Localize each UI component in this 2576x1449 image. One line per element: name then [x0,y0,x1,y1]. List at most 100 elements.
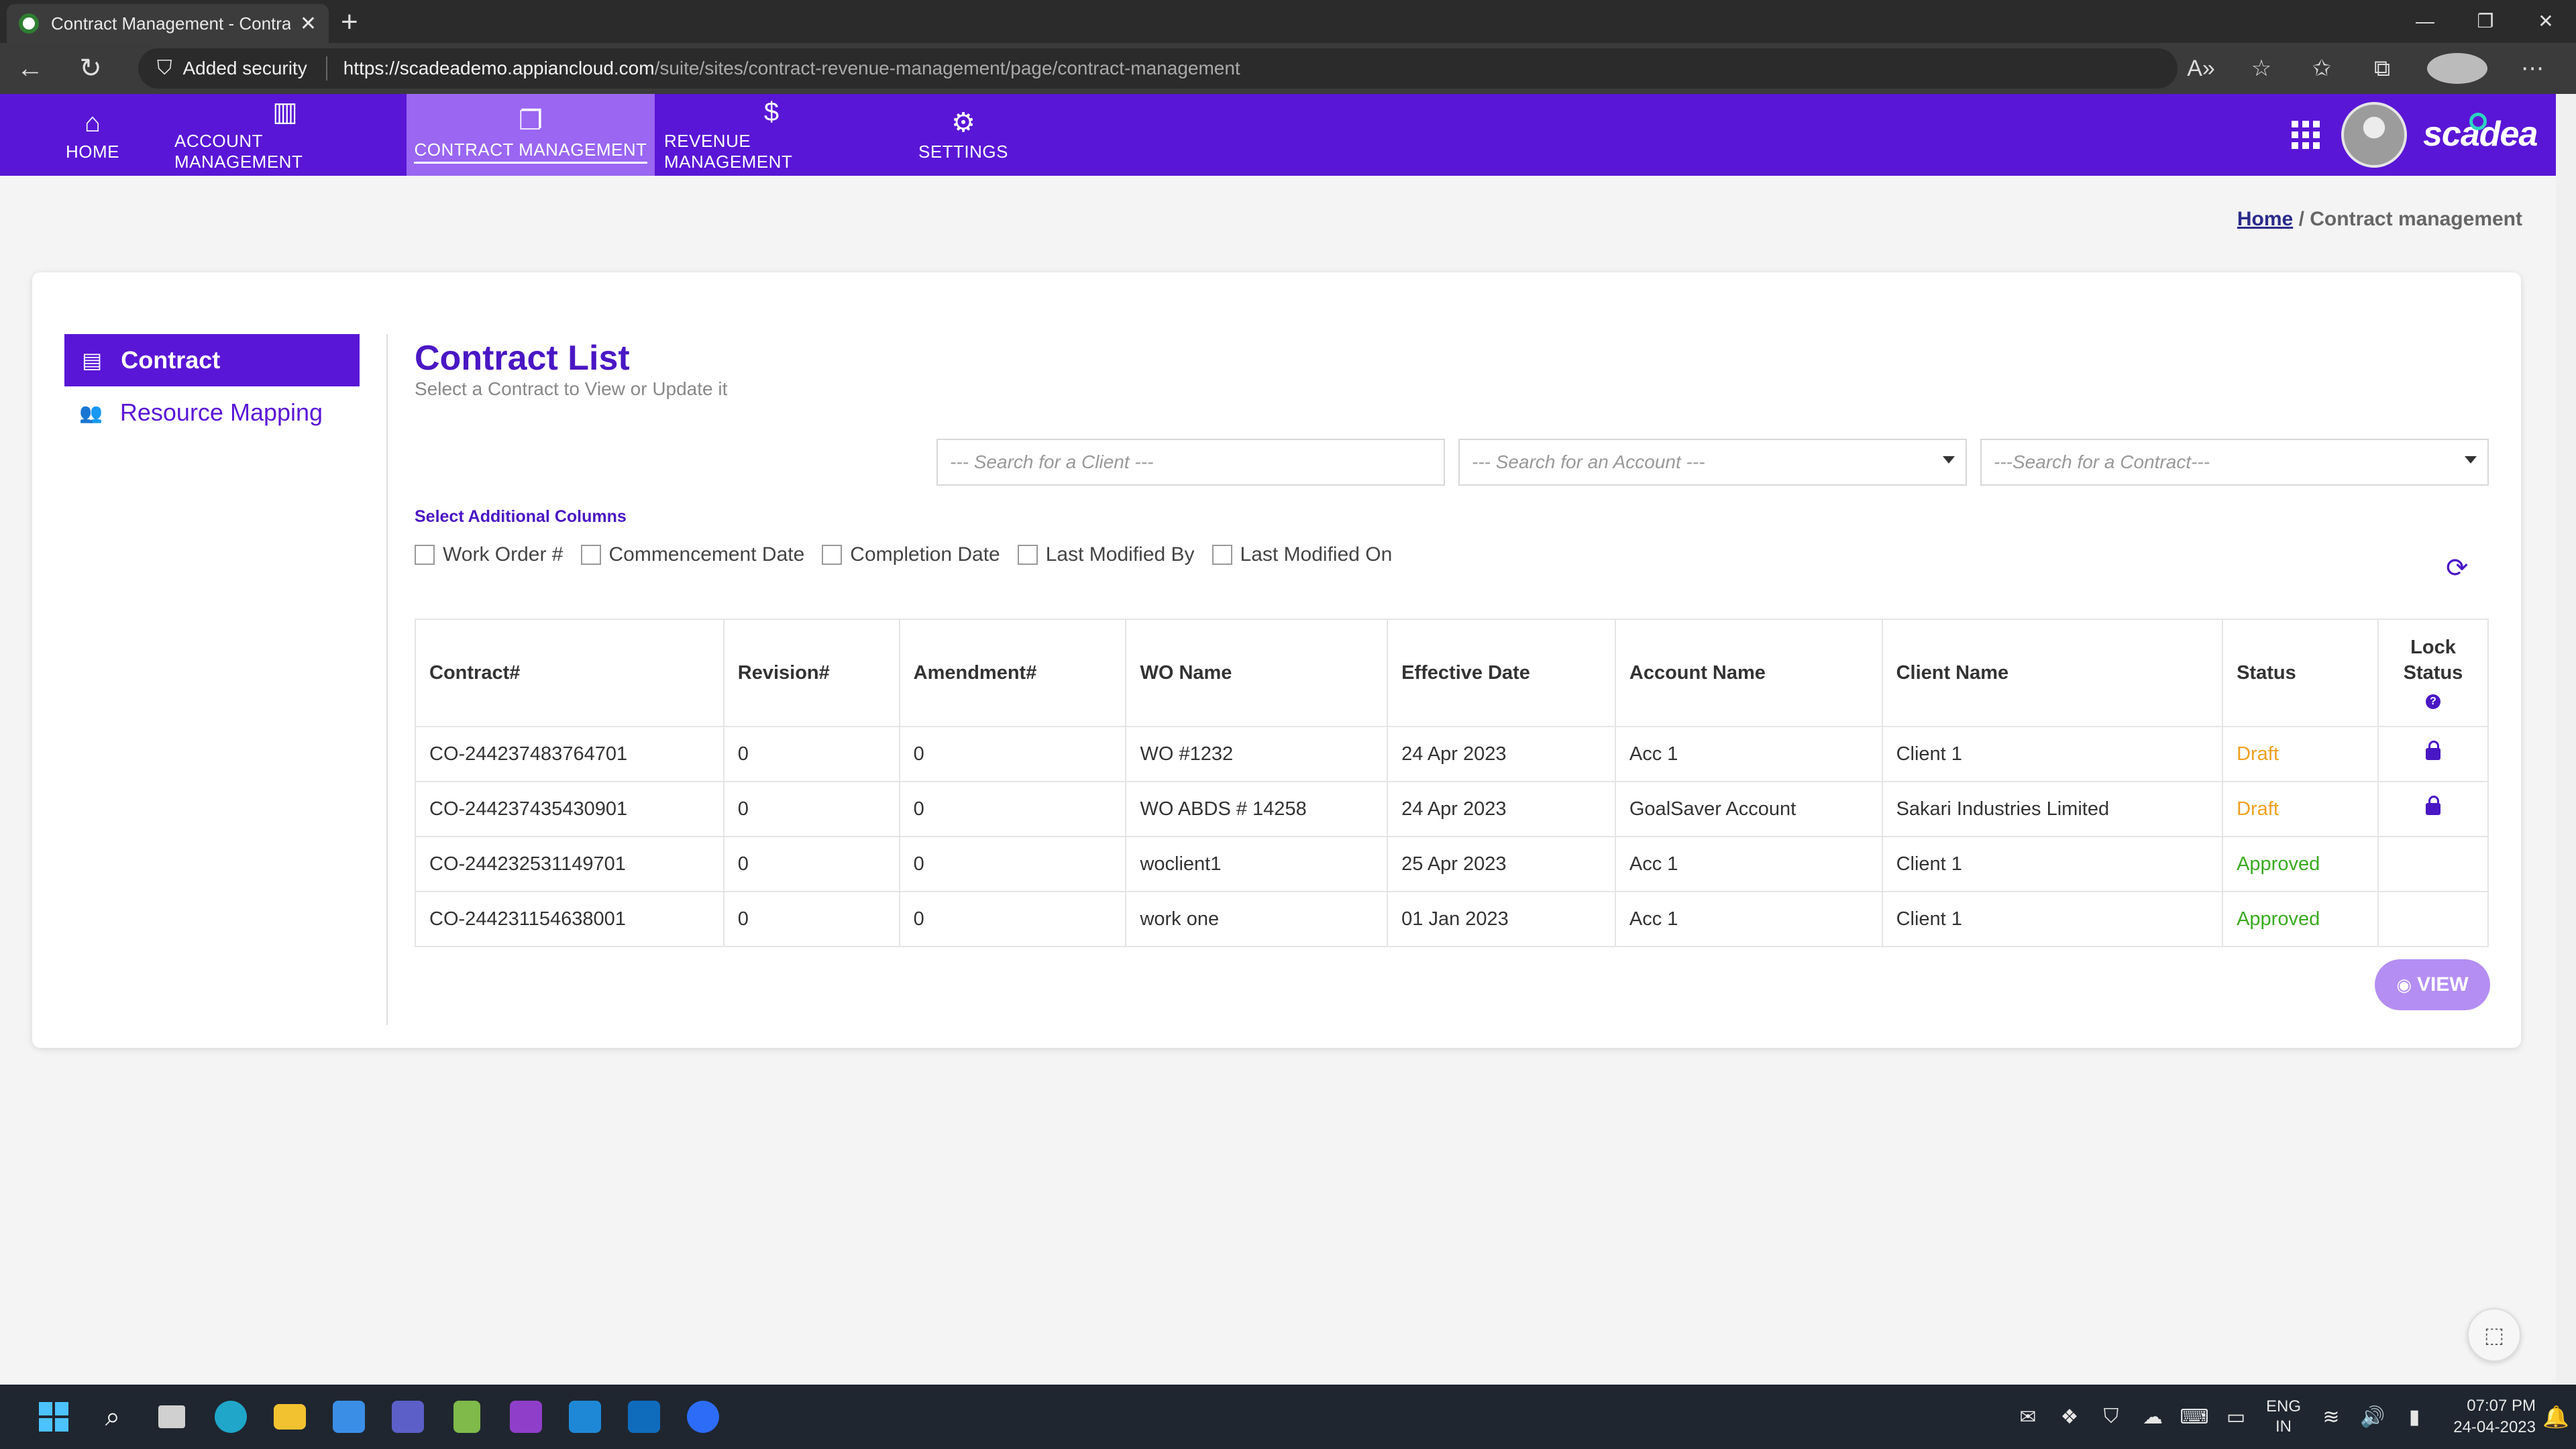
user-avatar[interactable] [2341,102,2407,168]
checkbox-label: Last Modified By [1045,543,1195,566]
security-label: Added security [182,58,307,78]
onedrive-icon[interactable]: ☁ [2132,1405,2174,1429]
client-search-input[interactable]: --- Search for a Client --- [936,439,1445,486]
view-button[interactable]: ◉ VIEW [2375,959,2490,1010]
task-view-icon[interactable] [142,1385,201,1449]
table-row[interactable]: CO-244232531149701 0 0 woclient1 25 Apr … [415,836,2489,892]
store-icon[interactable] [319,1385,378,1449]
language-indicator[interactable]: ENG IN [2257,1397,2310,1437]
column-header-client-name[interactable]: Client Name [1881,619,2224,727]
table-row[interactable]: CO-244237483764701 0 0 WO #1232 24 Apr 2… [415,726,2489,782]
chevron-down-icon [2465,456,2477,464]
outlook-tray-icon[interactable]: ✉ [2007,1405,2049,1429]
column-header-status[interactable]: Status [2222,619,2379,727]
wifi-icon[interactable]: ≋ [2310,1405,2352,1429]
sidebar-item-resource-mapping[interactable]: 👥 Resource Mapping [79,396,323,429]
region-code: IN [2275,1417,2292,1436]
notification-bell-icon[interactable]: 🔔 [2536,1404,2576,1430]
cell-lock [2377,891,2489,947]
breadcrumb-home-link[interactable]: Home [2237,208,2293,230]
gear-icon: ⚙ [951,107,975,138]
back-arrow-icon[interactable]: ← [0,54,60,84]
reload-icon[interactable]: ↻ [60,53,121,84]
file-explorer-icon[interactable] [260,1385,319,1449]
volume-icon[interactable]: 🔊 [2352,1405,2394,1429]
cell-contract: CO-244237483764701 [415,726,724,782]
restore-icon[interactable]: ❐ [2455,0,2516,43]
sidebar-item-contract[interactable]: ▤ Contract [64,334,360,386]
cell-client: Client 1 [1881,726,2224,782]
nav-account-management[interactable]: ▥ ACCOUNT MANAGEMENT [174,94,396,176]
column-header-account-name[interactable]: Account Name [1614,619,1883,727]
more-menu-icon[interactable]: ⋯ [2502,55,2563,82]
status-badge: Draft [2222,726,2379,782]
new-tab-icon[interactable]: + [341,5,358,39]
checkbox-work-order[interactable]: Work Order # [415,543,564,566]
column-header-effective-date[interactable]: Effective Date [1387,619,1616,727]
search-icon[interactable]: ⌕ [83,1385,142,1449]
read-aloud-icon[interactable]: A» [2171,56,2231,82]
zoom-icon[interactable] [674,1385,733,1449]
help-icon[interactable]: ? [2425,694,2440,709]
checkbox-box[interactable] [415,545,435,565]
defender-tray-icon[interactable]: ⛉ [2090,1405,2132,1428]
checkbox-completion-date[interactable]: Completion Date [822,543,1000,566]
close-tab-icon[interactable]: ✕ [300,12,317,36]
client-search-placeholder: --- Search for a Client --- [950,451,1154,472]
minimize-icon[interactable]: — [2395,0,2455,43]
nav-revenue-management[interactable]: $ REVENUE MANAGEMENT [664,94,879,176]
nav-label: REVENUE MANAGEMENT [664,131,793,172]
edge-browser-icon[interactable] [201,1385,260,1449]
address-bar[interactable]: ⛉ Added security https://scadeademo.appi… [138,48,2178,89]
clock-date: 24-04-2023 [2453,1418,2536,1436]
favorites-icon[interactable]: ✩ [2292,55,2352,82]
checkbox-box[interactable] [1212,545,1232,565]
add-favorite-icon[interactable]: ☆ [2231,55,2292,82]
keyboard-icon[interactable]: ⌨ [2174,1405,2215,1429]
nav-contract-management[interactable]: ❐ CONTRACT MANAGEMENT [407,94,655,176]
outlook-icon[interactable] [614,1385,674,1449]
checkbox-box[interactable] [822,545,843,565]
vscode-icon[interactable] [555,1385,614,1449]
clock[interactable]: 07:07 PM 24-04-2023 [2449,1395,2536,1438]
cell-client: Client 1 [1881,891,2224,947]
checkbox-commencement-date[interactable]: Commencement Date [580,543,804,566]
table-row[interactable]: CO-244231154638001 0 0 work one 01 Jan 2… [415,891,2489,947]
breadcrumb-current: Contract management [2310,208,2522,230]
checkbox-box[interactable] [580,545,601,565]
checkbox-box[interactable] [1017,545,1038,565]
url-text[interactable]: https://scadeademo.appiancloud.com/suite… [343,58,1240,79]
table-row[interactable]: CO-244237435430901 0 0 WO ABDS # 14258 2… [415,781,2489,837]
eye-icon: ◉ [2396,974,2412,995]
account-search-dropdown[interactable]: --- Search for an Account --- [1458,439,1967,486]
teams-tray-icon[interactable]: ❖ [2049,1405,2090,1429]
refresh-icon[interactable]: ⟳ [2446,553,2469,584]
onenote-icon[interactable] [496,1385,555,1449]
browser-toolbar: ← ↻ ⛉ Added security https://scadeademo.… [0,43,2576,94]
close-window-icon[interactable]: ✕ [2516,0,2576,43]
cell-lock [2377,836,2489,892]
checkbox-last-modified-by[interactable]: Last Modified By [1017,543,1195,566]
floating-cursor-button[interactable]: ⬚ [2467,1308,2521,1362]
checkbox-last-modified-on[interactable]: Last Modified On [1212,543,1392,566]
browser-tab[interactable]: Contract Management - Contrac ✕ [7,4,329,43]
nav-home[interactable]: ⌂ HOME [48,94,137,176]
column-header-revision[interactable]: Revision# [722,619,900,727]
column-header-amendment[interactable]: Amendment# [898,619,1127,727]
column-header-lock-status: Lock Status ? [2377,619,2489,727]
nav-settings[interactable]: ⚙ SETTINGS [914,94,1013,176]
display-icon[interactable]: ▭ [2215,1405,2257,1429]
app-grid-icon[interactable] [2292,121,2320,149]
column-header-wo-name[interactable]: WO Name [1125,619,1389,727]
page-scrollbar[interactable] [2556,94,2576,1385]
windows-start-icon[interactable] [24,1385,83,1449]
cell-account: Acc 1 [1614,726,1883,782]
teams-icon[interactable] [378,1385,437,1449]
browser-profile-icon[interactable] [2427,53,2487,84]
contract-search-dropdown[interactable]: ---Search for a Contract--- [1980,439,2489,486]
notepad-icon[interactable] [437,1385,496,1449]
column-header-contract[interactable]: Contract# [415,619,724,727]
battery-icon[interactable]: ▮ [2394,1405,2435,1429]
collections-icon[interactable]: ⧉ [2352,56,2412,82]
status-badge: Approved [2222,891,2379,947]
